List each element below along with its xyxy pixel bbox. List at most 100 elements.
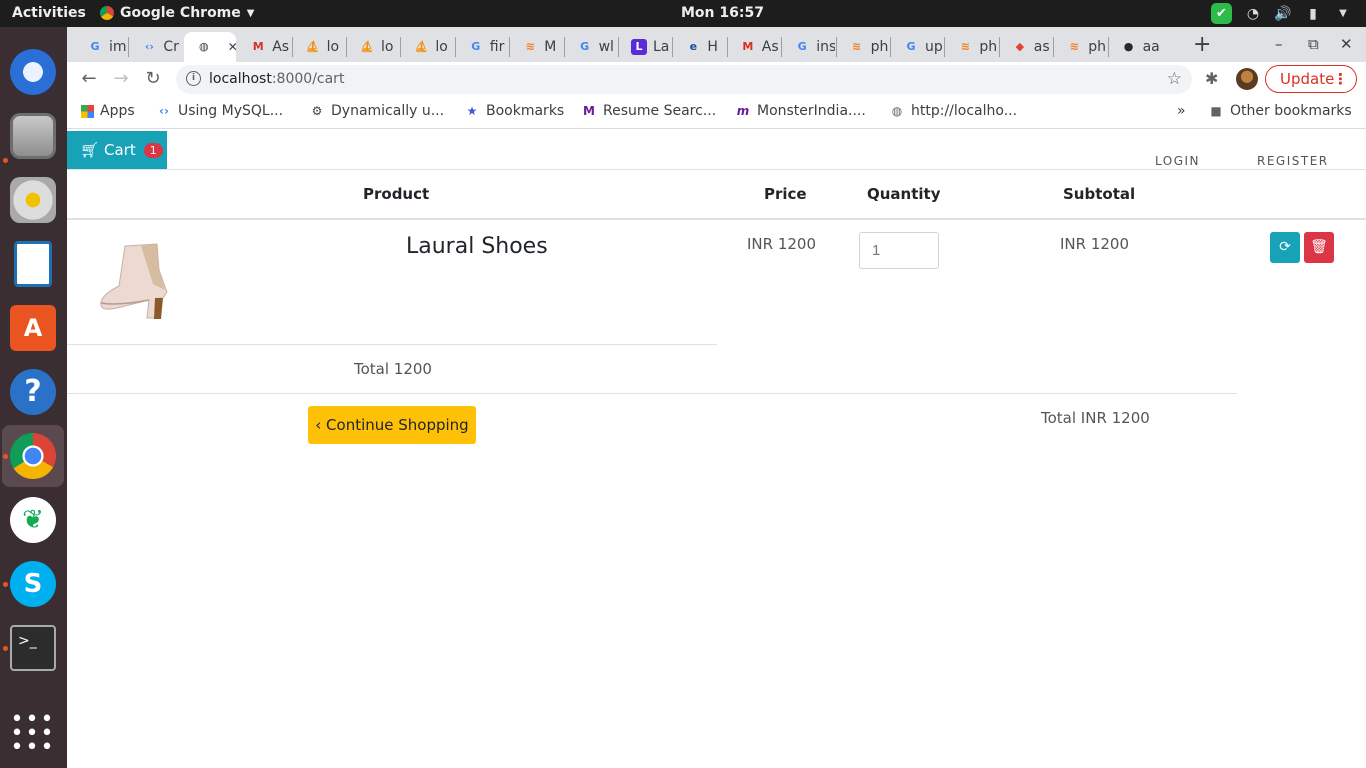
product-subtotal: INR 1200 bbox=[1060, 235, 1130, 253]
url-path: :8000/cart bbox=[271, 71, 345, 87]
wifi-icon: ◔ bbox=[1246, 5, 1260, 22]
dock: A ? ❦ S >_ ••• ••• ••• bbox=[0, 27, 67, 768]
stackoverflow-icon: ≋ bbox=[525, 40, 535, 53]
stackoverflow-icon: ≋ bbox=[1069, 40, 1079, 53]
bookmark-item[interactable]: M Resume Searc... bbox=[581, 103, 716, 119]
files-icon[interactable] bbox=[10, 113, 56, 159]
browser-tab[interactable]: Gins bbox=[782, 32, 835, 62]
bookmark-item[interactable]: ★ Bookmarks bbox=[464, 103, 565, 119]
bookmarks-bar: Apps ‹› Using MySQL... ⚙ Dynamically u..… bbox=[67, 96, 1366, 129]
login-link[interactable]: LOGIN bbox=[1155, 154, 1200, 168]
writer-icon[interactable] bbox=[14, 241, 52, 287]
browser-tab[interactable]: ≋ ph bbox=[945, 32, 997, 62]
browser-tab[interactable]: ◆ as bbox=[1000, 32, 1052, 62]
maximize-button[interactable]: ⧉ bbox=[1308, 35, 1319, 53]
google-icon: G bbox=[580, 40, 590, 53]
browser-tab[interactable]: ⛵︎ lo bbox=[401, 32, 453, 62]
quantity-input[interactable] bbox=[859, 232, 939, 269]
browser-tab[interactable]: ‹› Cr bbox=[129, 32, 181, 62]
row-divider bbox=[67, 344, 717, 345]
refresh-button[interactable]: ⟳ bbox=[1270, 232, 1300, 263]
bookmark-item[interactable]: ‹› Using MySQL... bbox=[156, 103, 283, 119]
browser-tab[interactable]: M As bbox=[238, 32, 290, 62]
app-menu[interactable]: Google Chrome ▼ bbox=[100, 5, 254, 21]
extensions-icon[interactable]: ✱ bbox=[1205, 69, 1218, 88]
bookmark-star-icon[interactable]: ☆ bbox=[1167, 69, 1182, 89]
tab-title: As bbox=[761, 39, 779, 55]
browser-tab[interactable]: ⛵︎ lo bbox=[293, 32, 345, 62]
rhythmbox-icon[interactable] bbox=[10, 177, 56, 223]
thunderbird-icon[interactable] bbox=[10, 49, 56, 95]
register-link[interactable]: REGISTER bbox=[1257, 154, 1329, 168]
bookmark-item[interactable]: m MonsterIndia.... bbox=[735, 103, 866, 119]
total-left: Total 1200 bbox=[354, 360, 432, 378]
close-tab-icon[interactable]: ✕ bbox=[228, 40, 236, 54]
reload-button[interactable]: ↻ bbox=[141, 67, 165, 91]
browser-tab[interactable]: ≋ ph bbox=[1054, 32, 1106, 62]
terminal-icon[interactable]: >_ bbox=[10, 625, 56, 671]
address-bar[interactable]: i localhost:8000/cart ☆ bbox=[176, 65, 1192, 94]
running-indicator bbox=[3, 158, 8, 163]
system-tray[interactable]: ✔ ◔ 🔊 ▮ ▼ bbox=[1211, 3, 1352, 24]
experts-exchange-icon: e bbox=[689, 40, 698, 53]
skype-icon[interactable]: S bbox=[10, 561, 56, 607]
info-icon[interactable]: i bbox=[186, 71, 201, 86]
more-menu-icon[interactable]: ⋮ bbox=[1333, 66, 1348, 92]
browser-tab[interactable]: Gfir bbox=[456, 32, 508, 62]
cart-button[interactable]: 🛒︎ Cart 1 bbox=[67, 131, 167, 169]
close-window-button[interactable]: ✕ bbox=[1340, 35, 1353, 53]
profile-avatar[interactable] bbox=[1236, 68, 1258, 90]
delete-button[interactable]: 🗑︎ bbox=[1304, 232, 1334, 263]
google-icon: G bbox=[797, 40, 807, 53]
other-bookmarks[interactable]: ■ Other bookmarks bbox=[1208, 103, 1351, 119]
chrome-icon[interactable] bbox=[10, 433, 56, 479]
tab-title: up bbox=[925, 39, 943, 55]
tab-title: La bbox=[653, 39, 670, 55]
browser-tab[interactable]: L La bbox=[619, 32, 671, 62]
phpmyadmin-icon: ⛵︎ bbox=[360, 40, 374, 53]
browser-tab[interactable]: ≋ ph bbox=[837, 32, 889, 62]
new-tab-button[interactable]: + bbox=[1193, 32, 1211, 57]
running-indicator bbox=[3, 454, 8, 459]
cart-count-badge: 1 bbox=[143, 142, 163, 158]
help-icon[interactable]: ? bbox=[10, 369, 56, 415]
footer-divider bbox=[67, 393, 1237, 394]
tab-title: M bbox=[544, 39, 557, 55]
update-label: Update bbox=[1280, 70, 1335, 88]
mongodb-compass-icon[interactable]: ❦ bbox=[10, 497, 56, 543]
gitlab-icon: ◆ bbox=[1015, 40, 1025, 53]
activities-button[interactable]: Activities bbox=[12, 5, 86, 21]
bookmark-label: Resume Searc... bbox=[603, 103, 717, 119]
forward-button[interactable]: → bbox=[109, 67, 133, 91]
tab-title: ins bbox=[816, 39, 835, 55]
bookmark-label: MonsterIndia.... bbox=[757, 103, 866, 119]
bookmark-item[interactable]: ◍ http://localho... bbox=[889, 103, 1017, 119]
bookmark-item[interactable]: ⚙ Dynamically u... bbox=[309, 103, 444, 119]
minimize-button[interactable]: – bbox=[1275, 35, 1283, 53]
browser-tab[interactable]: ⛵︎ lo bbox=[347, 32, 399, 62]
bookmark-label: Dynamically u... bbox=[331, 103, 445, 119]
tab-title: ph bbox=[870, 39, 889, 55]
show-apps-icon[interactable]: ••• ••• ••• bbox=[10, 709, 56, 759]
product-price: INR 1200 bbox=[747, 235, 817, 253]
continue-shopping-button[interactable]: ‹ Continue Shopping bbox=[308, 406, 476, 444]
bookmarks-overflow[interactable]: » bbox=[1177, 103, 1186, 119]
browser-tab[interactable]: ◍ ✕ bbox=[183, 32, 237, 62]
tab-title: wl bbox=[598, 39, 614, 55]
browser-tab[interactable]: ≋ M bbox=[510, 32, 562, 62]
browser-tab[interactable]: eH bbox=[673, 32, 725, 62]
browser-tab[interactable]: Gup bbox=[891, 32, 943, 62]
bookmark-label: Using MySQL... bbox=[178, 103, 284, 119]
browser-tab[interactable]: Gwl bbox=[565, 32, 617, 62]
update-check-icon[interactable]: ✔ bbox=[1211, 3, 1232, 24]
clock[interactable]: Mon 16:57 bbox=[681, 5, 764, 21]
software-center-icon[interactable]: A bbox=[10, 305, 56, 351]
refresh-icon: ⟳ bbox=[1279, 239, 1291, 255]
browser-tab[interactable]: ● aa bbox=[1109, 32, 1161, 62]
browser-tab[interactable]: Gim bbox=[75, 32, 127, 62]
update-button[interactable]: Update ⋮ bbox=[1265, 65, 1357, 93]
bookmark-apps[interactable]: Apps bbox=[81, 103, 135, 119]
running-indicator bbox=[3, 582, 8, 587]
browser-tab[interactable]: M As bbox=[728, 32, 780, 62]
back-button[interactable]: ← bbox=[77, 67, 101, 91]
